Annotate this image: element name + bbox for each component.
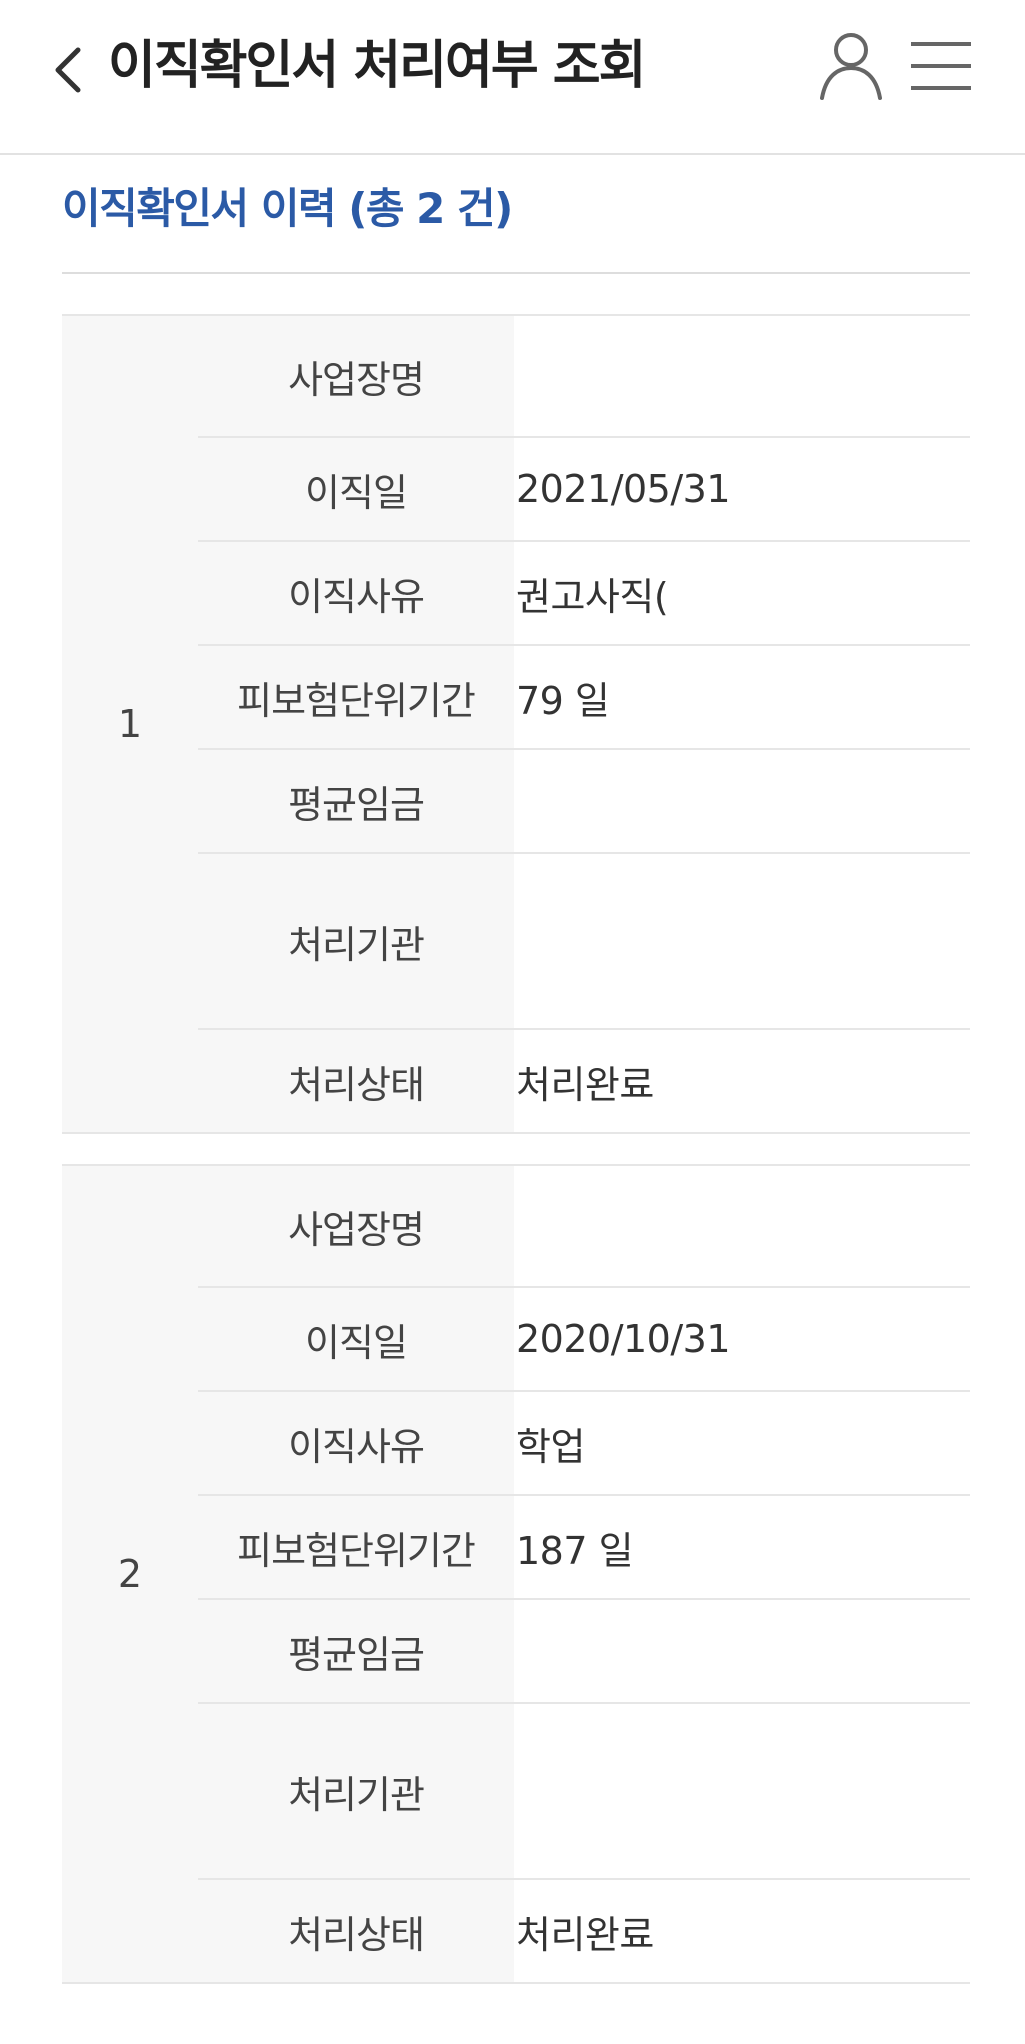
row-business-name: 사업장명 — [198, 1166, 970, 1288]
row-label: 사업장명 — [288, 357, 425, 402]
row-business-name: 사업장명 — [198, 316, 970, 438]
app-header: 이직확인서 처리여부 조회 — [0, 0, 1025, 155]
row-value — [516, 316, 970, 436]
row-processing-agency: 처리기관 — [198, 854, 970, 1030]
page-title: 이직확인서 처리여부 조회 — [108, 36, 646, 96]
record-number: 1 — [117, 702, 143, 746]
row-label: 이직사유 — [288, 574, 425, 619]
hamburger-menu-icon[interactable] — [908, 38, 974, 94]
row-value: 권고사직( — [516, 574, 669, 619]
section-divider — [62, 272, 970, 274]
section-title: 이직확인서 이력 (총 2 건) — [62, 184, 513, 233]
row-value: 2020/10/31 — [516, 1317, 731, 1361]
row-value: 학업 — [516, 1424, 585, 1469]
row-value: 2021/05/31 — [516, 467, 731, 511]
row-average-wage: 평균임금 — [198, 1600, 970, 1704]
row-processing-status: 처리상태 처리완료 — [198, 1030, 970, 1132]
row-value — [516, 1704, 970, 1878]
row-value — [516, 1600, 970, 1702]
row-value — [516, 1166, 970, 1286]
row-value: 79 일 — [516, 678, 610, 723]
row-processing-status: 처리상태 처리완료 — [198, 1880, 970, 1982]
row-separation-date: 이직일 2021/05/31 — [198, 438, 970, 542]
user-icon[interactable] — [816, 30, 886, 102]
row-value: 187 일 — [516, 1528, 634, 1573]
row-label: 처리상태 — [288, 1912, 425, 1957]
row-insured-period: 피보험단위기간 79 일 — [198, 646, 970, 750]
row-value: 처리완료 — [516, 1062, 654, 1107]
row-value — [516, 854, 970, 1028]
row-label: 평균임금 — [288, 1632, 425, 1677]
row-label: 피보험단위기간 — [237, 678, 476, 723]
row-label: 이직사유 — [288, 1424, 425, 1469]
back-chevron-icon[interactable] — [48, 42, 90, 98]
row-label: 이직일 — [305, 1320, 408, 1365]
history-record: 1 사업장명 이직일 2021/05/31 이직사유 권고사직( 피보험단위기간… — [62, 314, 970, 1134]
row-insured-period: 피보험단위기간 187 일 — [198, 1496, 970, 1600]
row-processing-agency: 처리기관 — [198, 1704, 970, 1880]
history-record: 2 사업장명 이직일 2020/10/31 이직사유 학업 피보험단위기간 18… — [62, 1164, 970, 1984]
row-label: 사업장명 — [288, 1207, 425, 1252]
row-label: 처리상태 — [288, 1062, 425, 1107]
row-label: 피보험단위기간 — [237, 1528, 476, 1573]
row-separation-reason: 이직사유 학업 — [198, 1392, 970, 1496]
row-value: 처리완료 — [516, 1912, 654, 1957]
row-separation-reason: 이직사유 권고사직( — [198, 542, 970, 646]
row-label: 처리기관 — [288, 922, 425, 967]
row-label: 처리기관 — [288, 1772, 425, 1817]
row-separation-date: 이직일 2020/10/31 — [198, 1288, 970, 1392]
row-label: 평균임금 — [288, 782, 425, 827]
row-label: 이직일 — [305, 470, 408, 515]
row-average-wage: 평균임금 — [198, 750, 970, 854]
record-number: 2 — [117, 1552, 143, 1596]
row-value — [516, 750, 970, 852]
